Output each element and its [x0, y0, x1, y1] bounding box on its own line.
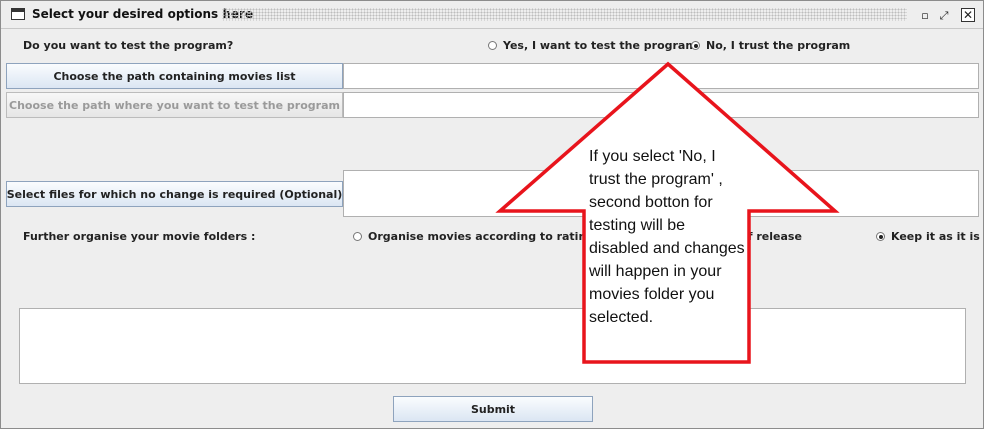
organise-label: Further organise your movie folders : [23, 230, 256, 243]
submit-button[interactable]: Submit [393, 396, 593, 422]
title-bar-grip [222, 8, 907, 21]
radio-organise-rating[interactable]: Organise movies according to rating [353, 230, 594, 243]
radio-no-trust[interactable]: No, I trust the program [691, 39, 850, 52]
window-title: Select your desired options here [32, 7, 254, 21]
options-window: Select your desired options here ▫ ⤢ ✕ D… [0, 0, 984, 429]
radio-organise-rating-dot[interactable] [353, 232, 362, 241]
output-text-area[interactable] [19, 308, 966, 384]
test-path-field[interactable] [343, 92, 979, 118]
annotation-text: If you select 'No, I trust the program' … [589, 148, 745, 326]
choose-movies-path-button[interactable]: Choose the path containing movies list [6, 63, 343, 89]
title-bar[interactable]: Select your desired options here ▫ ⤢ ✕ [1, 1, 983, 29]
movies-path-field[interactable] [343, 63, 979, 89]
radio-yes-test-dot[interactable] [488, 41, 497, 50]
radio-keep-as-is-dot[interactable] [876, 232, 885, 241]
radio-keep-as-is-label: Keep it as it is [891, 230, 980, 243]
test-question-label: Do you want to test the program? [23, 39, 234, 52]
select-no-change-files-button[interactable]: Select files for which no change is requ… [6, 181, 343, 207]
radio-organise-rating-label: Organise movies according to rating [368, 230, 595, 243]
restore-icon[interactable]: ▫ [918, 8, 932, 22]
radio-keep-as-is[interactable]: Keep it as it is [876, 230, 980, 243]
choose-test-path-button[interactable]: Choose the path where you want to test t… [6, 92, 343, 118]
radio-no-trust-dot[interactable] [691, 41, 700, 50]
radio-yes-test[interactable]: Yes, I want to test the program [488, 39, 697, 52]
maximize-icon[interactable]: ⤢ [937, 8, 951, 22]
window-icon [11, 8, 25, 20]
radio-yes-test-label: Yes, I want to test the program [503, 39, 697, 52]
close-icon[interactable]: ✕ [961, 8, 975, 22]
radio-no-trust-label: No, I trust the program [706, 39, 851, 52]
